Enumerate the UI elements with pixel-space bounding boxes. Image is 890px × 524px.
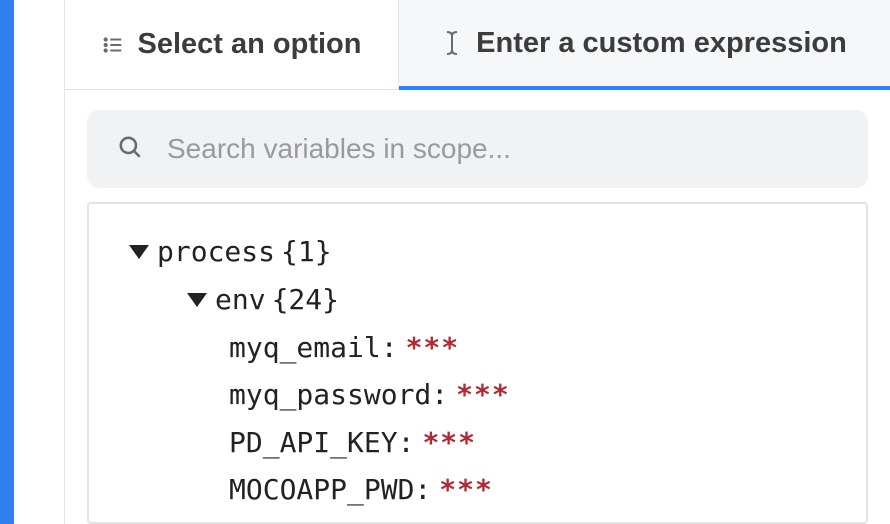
leaf-value: *** <box>456 371 510 419</box>
tree-leaf[interactable]: myq_password: *** <box>107 371 848 419</box>
list-icon <box>102 34 124 56</box>
tree-node-process[interactable]: process {1} <box>107 228 848 276</box>
tab-select-option[interactable]: Select an option <box>65 0 399 89</box>
tree-node-env[interactable]: env {24} <box>107 276 848 324</box>
tab-custom-label: Enter a custom expression <box>476 27 847 60</box>
tab-custom-expression[interactable]: Enter a custom expression <box>399 0 890 90</box>
gutter <box>14 0 64 524</box>
variable-tree: process {1} env {24} myq_email: *** myq_… <box>87 202 868 524</box>
leaf-key: MOCOAPP_PWD: <box>229 466 431 514</box>
caret-down-icon <box>187 293 207 307</box>
tree-leaf[interactable]: myq_email: *** <box>107 324 848 372</box>
search-input[interactable] <box>167 133 838 165</box>
search-box[interactable] <box>87 110 868 188</box>
tree-leaf[interactable]: MOCOAPP_PWD: *** <box>107 466 848 514</box>
tree-leaf[interactable]: PD_API_KEY: *** <box>107 419 848 467</box>
leaf-key: PD_API_KEY: <box>229 419 414 467</box>
leaf-value: *** <box>406 324 460 372</box>
leaf-key: myq_email: <box>229 324 398 372</box>
node-count: {24} <box>272 276 339 324</box>
leaf-key: myq_password: <box>229 371 448 419</box>
accent-bar <box>0 0 14 524</box>
node-key: process <box>157 228 275 276</box>
leaf-value: *** <box>422 419 476 467</box>
caret-down-icon <box>129 245 149 259</box>
node-count: {1} <box>281 228 332 276</box>
leaf-value: *** <box>439 466 493 514</box>
tabs: Select an option Enter a custom expressi… <box>65 0 890 90</box>
text-cursor-icon <box>442 29 462 57</box>
expression-panel: Select an option Enter a custom expressi… <box>64 0 890 524</box>
tab-select-label: Select an option <box>138 28 362 61</box>
node-key: env <box>215 276 266 324</box>
search-icon <box>117 134 143 165</box>
